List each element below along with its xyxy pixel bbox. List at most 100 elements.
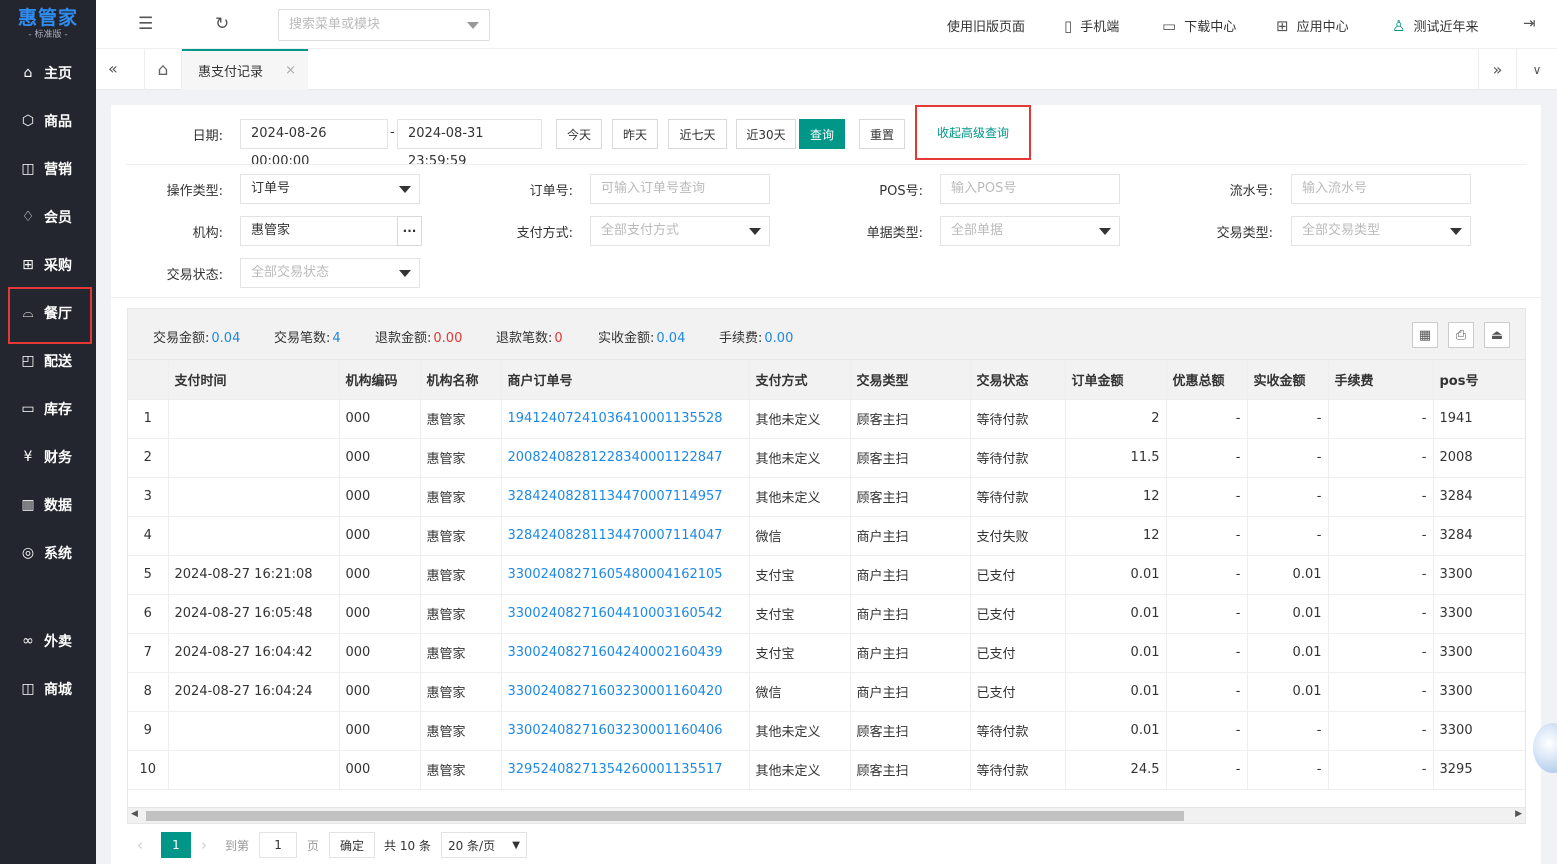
- order-no-link[interactable]: 32842408281134470007114047: [508, 528, 723, 543]
- column-header[interactable]: 手续费: [1328, 360, 1434, 400]
- sidebar-item-9[interactable]: ▥ 数据: [0, 483, 96, 527]
- page-unit-label: 页: [307, 838, 320, 853]
- column-header[interactable]: [128, 360, 169, 400]
- column-header[interactable]: 支付时间: [168, 360, 340, 400]
- tabs-scroll-left-icon[interactable]: «: [108, 59, 118, 78]
- query-button[interactable]: 查询: [799, 119, 845, 149]
- scroll-right-arrow-icon[interactable]: ▶: [1515, 809, 1522, 819]
- refresh-icon[interactable]: ↻: [215, 14, 229, 34]
- date-end-input[interactable]: 2024-08-31 23:59:59: [397, 119, 542, 169]
- yesterday-button[interactable]: 昨天: [612, 119, 658, 149]
- columns-filter-icon[interactable]: ▦: [1412, 322, 1438, 348]
- sidebar-item-4[interactable]: ⊞ 采购: [0, 243, 96, 287]
- order-no-link[interactable]: 32842408281134470007114957: [508, 489, 723, 504]
- table-row[interactable]: 5 2024-08-27 16:21:08 000 惠管家 33002408271605…: [128, 555, 1525, 595]
- org-input[interactable]: 惠管家: [240, 216, 398, 246]
- last-30-days-button[interactable]: 近30天: [736, 119, 796, 149]
- column-header[interactable]: 订单金额: [1065, 360, 1167, 400]
- column-header[interactable]: pos号: [1433, 360, 1525, 400]
- sidebar-item-0[interactable]: ⌂ 主页: [0, 51, 96, 95]
- sidebar-item-12[interactable]: ◫ 商城: [0, 667, 96, 711]
- table-row[interactable]: 3 000 惠管家 32842408281134470007114957 其他未定义 顾客…: [128, 477, 1525, 517]
- reset-button[interactable]: 重置: [859, 119, 905, 149]
- goto-confirm-button[interactable]: 确定: [329, 832, 376, 858]
- page-current[interactable]: 1: [161, 832, 191, 858]
- column-header[interactable]: 商户订单号: [501, 360, 750, 400]
- pay-method-select[interactable]: 全部支付方式: [590, 216, 770, 246]
- column-header[interactable]: 机构编码: [339, 360, 421, 400]
- logout-icon[interactable]: ⇥: [1523, 14, 1536, 32]
- serial-input[interactable]: 输入流水号: [1291, 174, 1471, 204]
- sidebar-item-8[interactable]: ¥ 财务: [0, 435, 96, 479]
- org-picker-button[interactable]: ···: [397, 216, 422, 246]
- trade-type-select[interactable]: 全部交易类型: [1291, 216, 1471, 246]
- page-size-select[interactable]: 20 条/页 ▼: [440, 832, 527, 858]
- column-header[interactable]: 实收金额: [1247, 360, 1329, 400]
- order-no-link[interactable]: 33002408271604240002160439: [508, 645, 723, 660]
- table-row[interactable]: 2 000 惠管家 20082408281228340001122847 其他未定义 顾客…: [128, 438, 1525, 478]
- sidebar-item-1[interactable]: ⬡ 商品: [0, 99, 96, 143]
- table-row[interactable]: 1 000 惠管家 19412407241036410001135528 其他未定义 顾客…: [128, 399, 1525, 439]
- order-no-link[interactable]: 33002408271605480004162105: [508, 567, 723, 582]
- column-header[interactable]: 机构名称: [420, 360, 502, 400]
- order-no-link[interactable]: 32952408271354260001135517: [508, 762, 723, 777]
- sidebar-item-7[interactable]: ▭ 库存: [0, 387, 96, 431]
- order-no-link[interactable]: 33002408271603230001160420: [508, 684, 723, 699]
- table-cell: 已支付: [970, 555, 1066, 595]
- table-cell: 9: [128, 711, 169, 751]
- order-no-link[interactable]: 33002408271603230001160406: [508, 723, 723, 738]
- next-page-icon[interactable]: ›: [201, 836, 223, 854]
- sidebar-item-6[interactable]: ◰ 配送: [0, 339, 96, 383]
- today-button[interactable]: 今天: [556, 119, 602, 149]
- table-cell: 支付宝: [749, 555, 851, 595]
- home-tab-icon[interactable]: ⌂: [144, 49, 182, 90]
- old-page-link[interactable]: 使用旧版页面: [947, 16, 1025, 35]
- chevron-down-icon: ▼: [512, 839, 520, 851]
- pos-input[interactable]: 输入POS号: [940, 174, 1120, 204]
- collapse-advanced-query-button[interactable]: 收起高级查询: [915, 105, 1031, 160]
- prev-page-icon[interactable]: ‹: [137, 836, 159, 854]
- tabs-menu-chevron-icon[interactable]: ∨: [1516, 49, 1557, 90]
- table-row[interactable]: 4 000 惠管家 32842408281134470007114047 微信 商户主扫支…: [128, 516, 1525, 556]
- print-icon[interactable]: ⎙: [1448, 322, 1474, 348]
- table-row[interactable]: 6 2024-08-27 16:05:48 000 惠管家 33002408271604…: [128, 594, 1525, 634]
- scrollbar-thumb[interactable]: [146, 811, 1184, 821]
- menu-search-input[interactable]: 搜索菜单或模块: [278, 9, 490, 41]
- date-start-input[interactable]: 2024-08-26 00:00:00: [240, 119, 388, 169]
- table-row[interactable]: 7 2024-08-27 16:04:42 000 惠管家 33002408271604…: [128, 633, 1525, 673]
- app-center-link[interactable]: ⊞ 应用中心: [1276, 16, 1349, 36]
- order-no-link[interactable]: 20082408281228340001122847: [508, 450, 723, 465]
- table-row[interactable]: 8 2024-08-27 16:04:24 000 惠管家 33002408271603…: [128, 672, 1525, 712]
- sidebar-item-10[interactable]: ◎ 系统: [0, 531, 96, 575]
- last-7-days-button[interactable]: 近七天: [668, 119, 727, 149]
- table-cell: [168, 477, 340, 517]
- order-no-link[interactable]: 19412407241036410001135528: [508, 411, 723, 426]
- op-type-select[interactable]: 订单号: [240, 174, 420, 204]
- table-row[interactable]: 9 000 惠管家 33002408271603230001160406 其他未定义 顾客…: [128, 711, 1525, 751]
- tab-pay-records[interactable]: 惠支付记录 ×: [182, 49, 308, 90]
- sidebar-item-2[interactable]: ◫ 营销: [0, 147, 96, 191]
- user-menu[interactable]: ♙ 测试近年来: [1392, 16, 1478, 36]
- mobile-link[interactable]: ▯ 手机端: [1064, 16, 1119, 36]
- goto-page-input[interactable]: 1: [259, 832, 298, 858]
- export-icon[interactable]: ⏏: [1484, 322, 1510, 348]
- close-icon[interactable]: ×: [285, 63, 296, 78]
- order-no-link[interactable]: 33002408271604410003160542: [508, 606, 723, 621]
- column-header[interactable]: 优惠总额: [1166, 360, 1248, 400]
- column-header[interactable]: 支付方式: [749, 360, 851, 400]
- column-header[interactable]: 交易类型: [850, 360, 971, 400]
- column-header[interactable]: 交易状态: [970, 360, 1066, 400]
- table-row[interactable]: 10 000 惠管家 32952408271354260001135517 其他未定义顾…: [128, 750, 1525, 790]
- download-center-link[interactable]: ▭ 下载中心: [1162, 16, 1236, 36]
- doc-type-select[interactable]: 全部单据: [940, 216, 1120, 246]
- tabs-scroll-right-icon[interactable]: »: [1478, 49, 1516, 90]
- order-no-input[interactable]: 可输入订单号查询: [590, 174, 770, 204]
- sidebar-item-3[interactable]: ♢ 会员: [0, 195, 96, 239]
- table-cell: [168, 516, 340, 556]
- menu-toggle-icon[interactable]: ☰: [138, 14, 153, 34]
- trade-status-select[interactable]: 全部交易状态: [240, 258, 420, 288]
- logo[interactable]: 惠管家 - 标准版 -: [0, 0, 96, 48]
- sidebar-item-11[interactable]: ∞ 外卖: [0, 619, 96, 663]
- horizontal-scrollbar[interactable]: ◀ ▶: [127, 807, 1526, 824]
- scroll-left-arrow-icon[interactable]: ◀: [131, 809, 138, 819]
